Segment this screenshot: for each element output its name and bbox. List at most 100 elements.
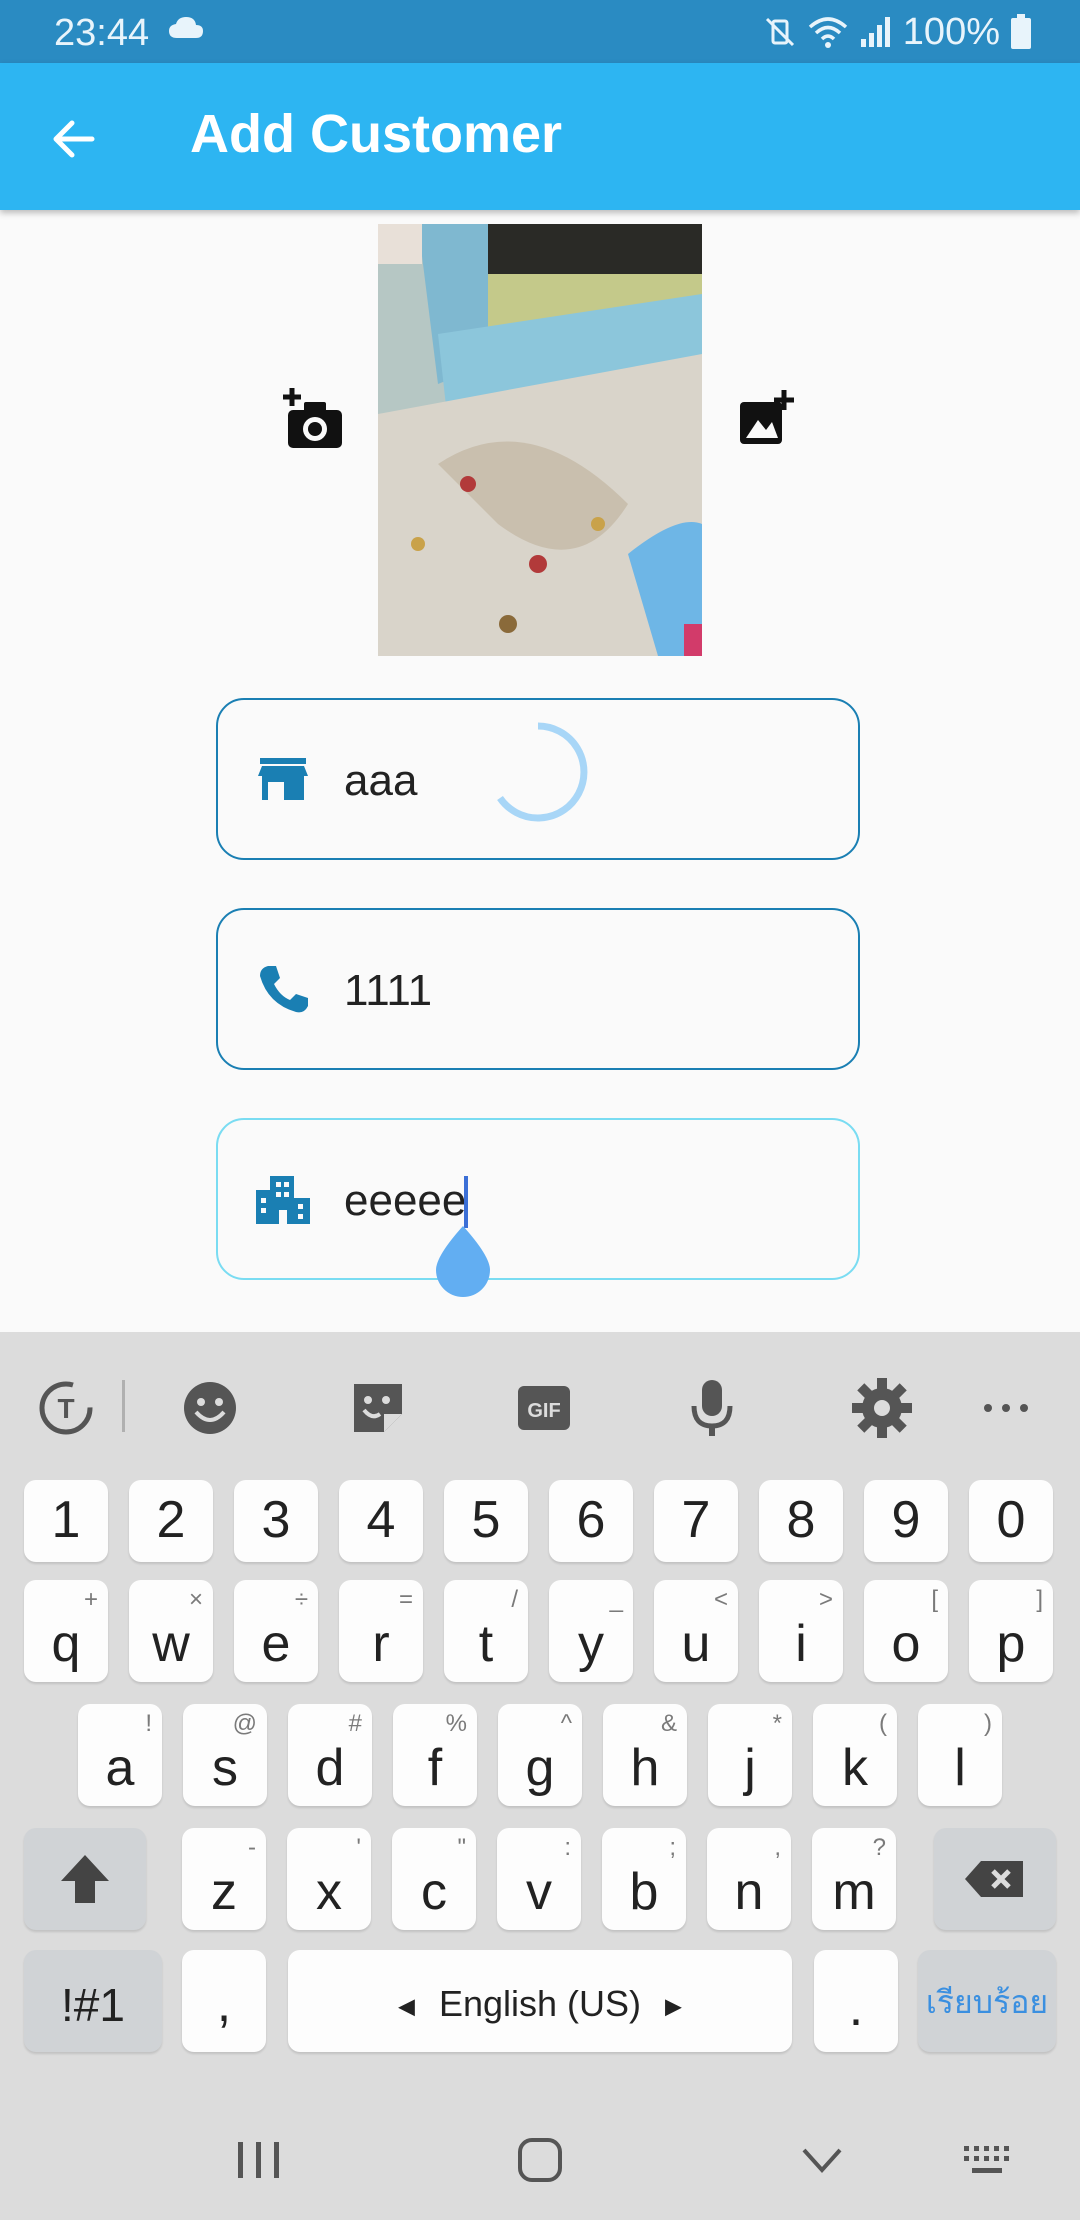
text-translate-icon[interactable]: T [34, 1376, 98, 1440]
key-h[interactable]: & h [603, 1704, 687, 1806]
address-field[interactable]: eeeee [216, 1118, 860, 1280]
key-n[interactable]: ,n [707, 1828, 791, 1930]
key-secondary-symbol: ( [879, 1710, 887, 1737]
key-secondary-symbol: = [398, 1586, 413, 1613]
key-secondary-symbol: ^ [560, 1710, 572, 1737]
status-time: 23:44 [54, 12, 150, 54]
key-2[interactable]: 2 [129, 1480, 213, 1562]
key-secondary-symbol: + [83, 1586, 98, 1613]
sticker-icon[interactable] [346, 1376, 410, 1440]
key-label: q [51, 1615, 81, 1673]
key-p[interactable]: ] p [969, 1580, 1053, 1682]
key-6[interactable]: 6 [549, 1480, 633, 1562]
key-z[interactable]: -z [182, 1828, 266, 1930]
symbols-key[interactable]: !#1 [24, 1950, 162, 2052]
key-l[interactable]: ) l [918, 1704, 1002, 1806]
keyboard-toolbar: T GIF [0, 1332, 1080, 1482]
key-7[interactable]: 7 [654, 1480, 738, 1562]
key-4[interactable]: 4 [339, 1480, 423, 1562]
add-photo-gallery-icon[interactable] [736, 388, 796, 448]
shift-key[interactable] [24, 1828, 146, 1930]
page-title: Add Customer [190, 104, 563, 164]
gif-icon[interactable]: GIF [512, 1376, 576, 1440]
key-label: 5 [471, 1491, 501, 1549]
emoji-icon[interactable] [178, 1376, 242, 1440]
key-secondary-symbol: & [660, 1710, 677, 1737]
hide-keyboard-icon[interactable] [794, 2132, 850, 2188]
key-label: o [891, 1615, 921, 1673]
key-9[interactable]: 9 [864, 1480, 948, 1562]
key-q[interactable]: + q [24, 1580, 108, 1682]
space-key[interactable]: ◀ English (US) ▶ [288, 1950, 792, 2052]
key-label: x [316, 1863, 342, 1921]
key-g[interactable]: ^ g [498, 1704, 582, 1806]
key-o[interactable]: [o [864, 1580, 948, 1682]
key-secondary-symbol: ; [669, 1834, 676, 1861]
recent-apps-icon[interactable] [230, 2132, 286, 2188]
key-secondary-symbol: > [818, 1586, 833, 1613]
key-0[interactable]: 0 [969, 1480, 1053, 1562]
add-photo-camera-icon[interactable] [282, 386, 346, 450]
key-label: b [629, 1863, 659, 1921]
key-w[interactable]: × w [129, 1580, 213, 1682]
text-selection-handle[interactable] [434, 1226, 492, 1298]
key-b[interactable]: ; b [602, 1828, 686, 1930]
key-i[interactable]: > i [759, 1580, 843, 1682]
key-3[interactable]: 3 [234, 1480, 318, 1562]
key-v[interactable]: :v [497, 1828, 581, 1930]
key-secondary-symbol: [ [931, 1586, 938, 1613]
key-8[interactable]: 8 [759, 1480, 843, 1562]
battery-percent: 100% [902, 10, 1000, 53]
more-options-icon[interactable] [974, 1376, 1038, 1440]
home-icon[interactable] [512, 2132, 568, 2188]
gear-icon[interactable] [850, 1376, 914, 1440]
key-y[interactable]: _ y [549, 1580, 633, 1682]
key-1[interactable]: 1 [24, 1480, 108, 1562]
mute-vibrate-icon [765, 17, 794, 47]
key-label: 8 [786, 1491, 816, 1549]
key-f[interactable]: % f [393, 1704, 477, 1806]
key-label: h [630, 1739, 660, 1797]
phone-value: 1111 [344, 966, 433, 1015]
key-label: w [152, 1615, 190, 1673]
key-c[interactable]: " c [392, 1828, 476, 1930]
key-t[interactable]: / t [444, 1580, 528, 1682]
backspace-key[interactable] [934, 1828, 1056, 1930]
key-label: r [372, 1615, 390, 1673]
loading-spinner [497, 722, 588, 822]
key-u[interactable]: < u [654, 1580, 738, 1682]
customer-photo [378, 224, 702, 656]
phone-field[interactable]: 1111 [216, 908, 860, 1070]
city-building-icon [256, 1176, 310, 1224]
key-r[interactable]: = r [339, 1580, 423, 1682]
key-label: u [681, 1615, 711, 1673]
period-key[interactable]: . [814, 1950, 898, 2052]
key-a[interactable]: ! a [78, 1704, 162, 1806]
key-label: j [744, 1739, 756, 1797]
key-s[interactable]: @ s [183, 1704, 267, 1806]
key-5[interactable]: 5 [444, 1480, 528, 1562]
key-label: 9 [891, 1491, 921, 1549]
navigation-bar [0, 2088, 1080, 2220]
key-k[interactable]: (k [813, 1704, 897, 1806]
text-cursor [464, 1176, 468, 1228]
microphone-icon[interactable] [680, 1376, 744, 1440]
key-x[interactable]: ' x [287, 1828, 371, 1930]
key-m[interactable]: ? m [812, 1828, 896, 1930]
key-label: c [421, 1863, 447, 1921]
toolbar-divider [122, 1380, 125, 1432]
keyboard-switch-icon[interactable] [960, 2132, 1016, 2188]
key-e[interactable]: ÷ e [234, 1580, 318, 1682]
key-label: z [211, 1863, 237, 1921]
key-secondary-symbol: , [774, 1834, 781, 1861]
key-secondary-symbol: ? [872, 1834, 886, 1861]
status-bar: 23:44 100% [0, 0, 1080, 63]
key-secondary-symbol: * [772, 1710, 782, 1737]
arrow-back-icon[interactable] [44, 109, 104, 169]
comma-key[interactable]: , [182, 1950, 266, 2052]
done-key[interactable]: เรียบร้อย [918, 1950, 1056, 2052]
key-label: 0 [996, 1491, 1026, 1549]
key-d[interactable]: # d [288, 1704, 372, 1806]
key-j[interactable]: * j [708, 1704, 792, 1806]
key-secondary-symbol: - [248, 1834, 256, 1861]
